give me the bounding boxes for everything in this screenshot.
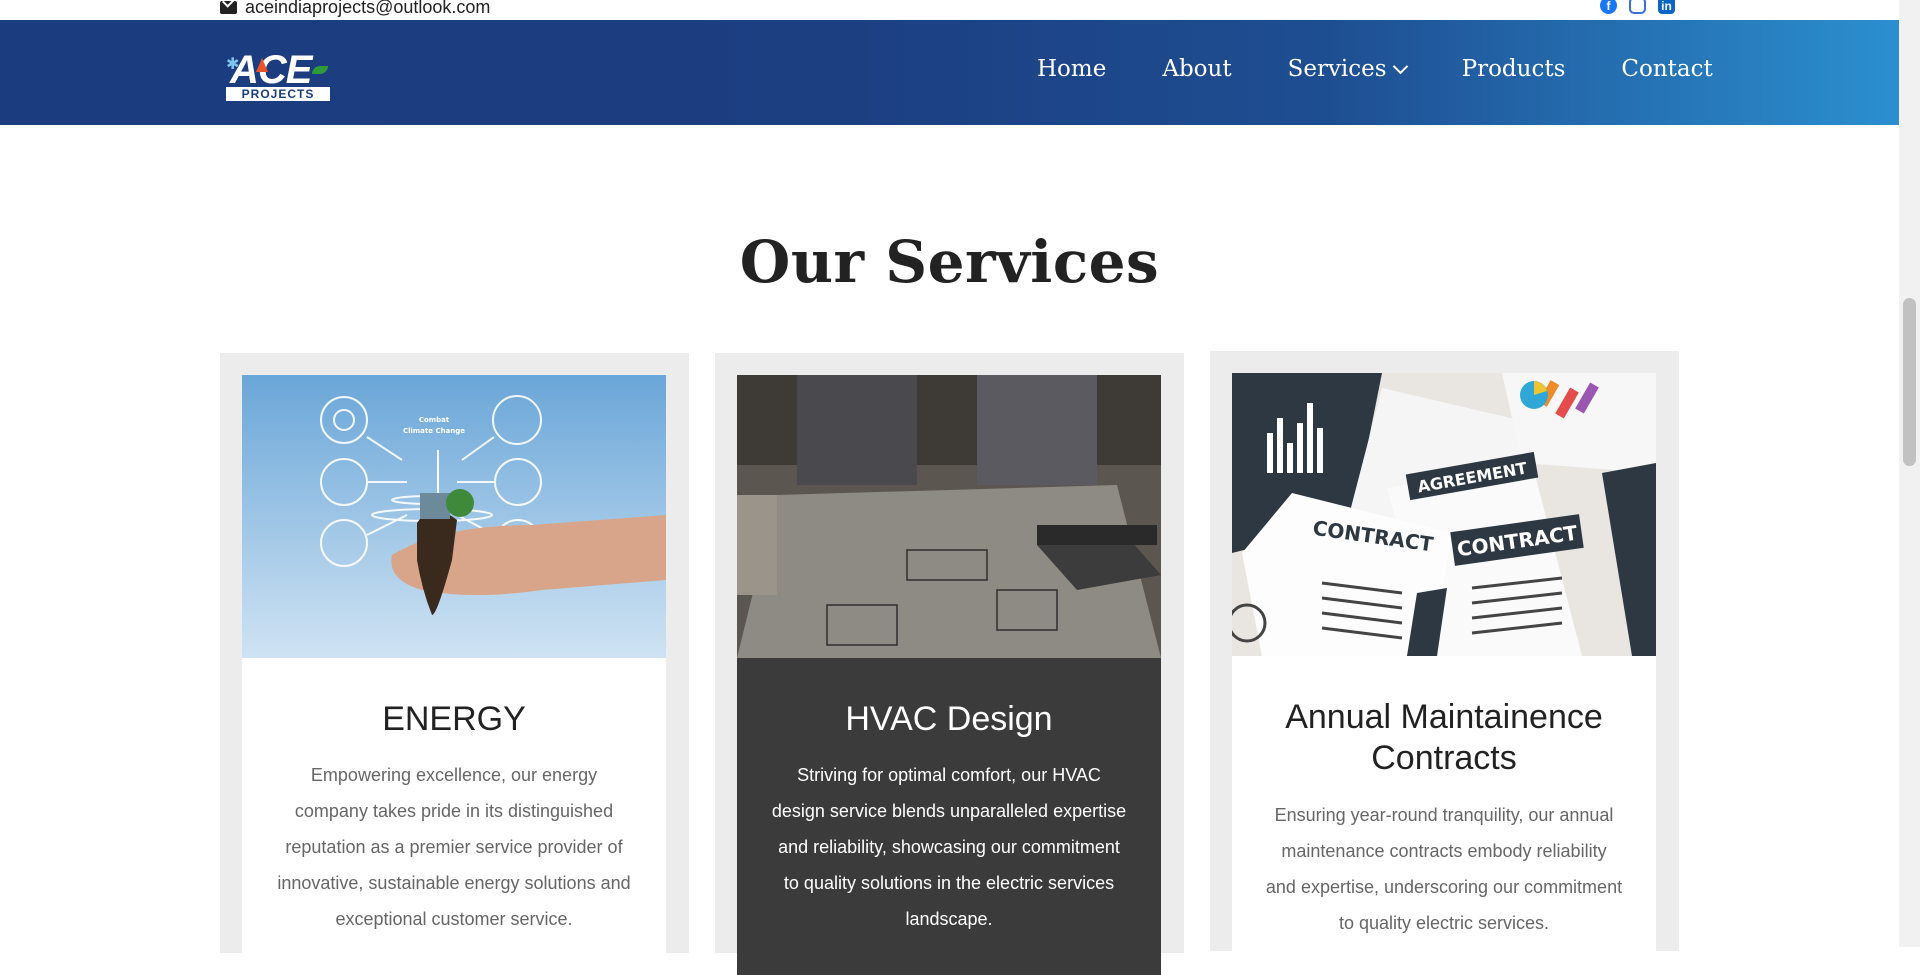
- nav-contact-label[interactable]: Contact: [1621, 56, 1712, 82]
- card-inner: Combat Climate Change ENERGY Empowering …: [242, 375, 666, 975]
- nav-products-label[interactable]: Products: [1462, 56, 1566, 82]
- linkedin-icon[interactable]: in: [1658, 0, 1675, 14]
- top-bar: aceindiaprojects@outlook.com f in: [0, 0, 1899, 20]
- hvac-image: [737, 375, 1161, 658]
- energy-illustration: Combat Climate Change: [242, 375, 666, 658]
- logo-text: ACE: [230, 48, 312, 92]
- chevron-down-icon[interactable]: [1392, 58, 1408, 74]
- page-scrollbar[interactable]: [1899, 0, 1920, 947]
- flame-icon: [256, 58, 268, 72]
- card-title: Annual Maintainence Contracts: [1285, 698, 1603, 777]
- envelope-icon: [220, 1, 237, 14]
- service-card-amc[interactable]: AGREEMENT CONTRACT CONTRACT Annual Maint…: [1210, 351, 1679, 973]
- nav-contact[interactable]: Contact: [1621, 56, 1712, 82]
- contracts-photo: AGREEMENT CONTRACT CONTRACT: [1232, 373, 1656, 656]
- social-links: f in: [1600, 0, 1675, 14]
- card-title: HVAC Design: [845, 700, 1053, 738]
- card-description: Ensuring year-round tranquility, our ann…: [1265, 805, 1623, 933]
- ace-projects-logo[interactable]: ✱ ACE PROJECTS: [226, 50, 332, 102]
- nav-services-label[interactable]: Services: [1288, 56, 1387, 82]
- energy-image: Combat Climate Change: [242, 375, 666, 658]
- page: aceindiaprojects@outlook.com f in ✱ ACE …: [0, 0, 1899, 975]
- instagram-icon[interactable]: [1629, 0, 1646, 14]
- logo-subtext: PROJECTS: [226, 87, 330, 101]
- card-title: ENERGY: [382, 700, 526, 738]
- hvac-photo: [737, 375, 1161, 658]
- card-description: Empowering excellence, our energy compan…: [277, 765, 631, 929]
- nav-about-label[interactable]: About: [1162, 56, 1231, 82]
- image-caption-1: Combat: [419, 416, 450, 424]
- facebook-icon[interactable]: f: [1600, 0, 1617, 14]
- leaf-icon: [312, 66, 328, 74]
- email-link[interactable]: aceindiaprojects@outlook.com: [220, 0, 490, 18]
- card-inner: AGREEMENT CONTRACT CONTRACT Annual Maint…: [1232, 373, 1656, 973]
- service-card-energy[interactable]: Combat Climate Change ENERGY Empowering …: [220, 353, 689, 975]
- nav-about[interactable]: About: [1162, 56, 1231, 82]
- card-inner: HVAC Design Striving for optimal comfort…: [737, 375, 1161, 975]
- email-text[interactable]: aceindiaprojects@outlook.com: [245, 0, 490, 18]
- site-header: ✱ ACE PROJECTS Home About Services Produ…: [0, 20, 1899, 125]
- nav-products[interactable]: Products: [1462, 56, 1566, 82]
- scrollbar-thumb[interactable]: [1903, 298, 1916, 466]
- service-card-hvac[interactable]: HVAC Design Striving for optimal comfort…: [715, 353, 1184, 975]
- main-nav: Home About Services Products Contact: [1037, 56, 1713, 82]
- nav-services[interactable]: Services: [1288, 56, 1408, 82]
- image-caption-2: Climate Change: [403, 427, 465, 435]
- contracts-image: AGREEMENT CONTRACT CONTRACT: [1232, 373, 1656, 656]
- nav-home[interactable]: Home: [1037, 56, 1106, 82]
- card-description: Striving for optimal comfort, our HVAC d…: [771, 765, 1127, 929]
- section-title: Our Services: [739, 228, 1160, 296]
- nav-home-label[interactable]: Home: [1037, 56, 1106, 82]
